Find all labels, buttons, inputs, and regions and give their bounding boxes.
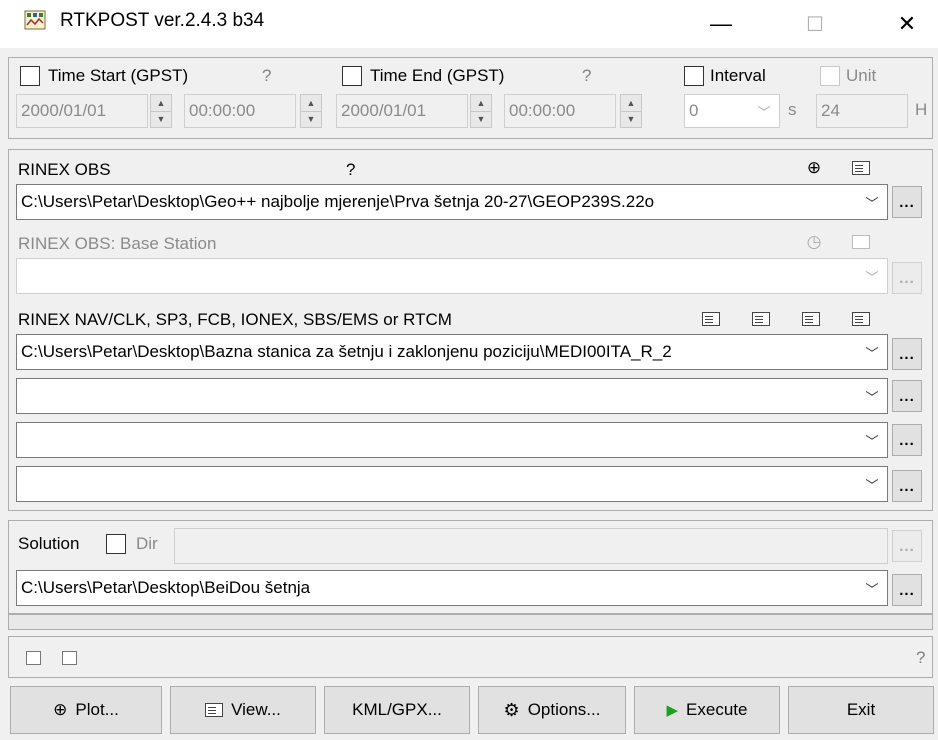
time-start-label: Time Start (GPST) [48,66,189,85]
nav4-view-icon[interactable] [852,312,870,326]
chevron-down-icon[interactable]: ﹀ [857,185,887,219]
status-panel [8,636,933,678]
nav-file-select-2[interactable]: ﹀ [16,378,888,414]
start-date-spinner[interactable]: ▲ ▼ [150,94,172,128]
spin-up-icon[interactable]: ▲ [301,95,321,111]
kml-gpx-button[interactable]: KML/GPX... [324,686,470,734]
rinex-obs-label: RINEX OBS [18,160,111,179]
unit-suffix: H [915,100,928,119]
time-end-help[interactable]: ? [582,66,591,86]
solution-dir-browse-button[interactable]: ... [892,530,922,562]
unit-checkbox[interactable] [820,66,840,86]
start-time-spinner[interactable]: ▲ ▼ [300,94,322,128]
interval-value: 0 [689,101,699,120]
nav4-browse-button[interactable]: ... [892,470,922,502]
spin-up-icon[interactable]: ▲ [151,95,171,111]
start-time-field[interactable]: 00:00:00 [184,94,296,128]
exit-button-label: Exit [846,700,876,719]
execute-button-label: Execute [686,700,748,719]
gear-icon: ⚙ [503,699,520,720]
solution-label: Solution [18,534,80,553]
interval-label: Interval [710,66,766,85]
spin-up-icon[interactable]: ▲ [471,95,491,111]
spin-down-icon[interactable]: ▼ [151,110,171,128]
end-date-field[interactable]: 2000/01/01 [336,94,468,128]
kml-gpx-button-label: KML/GPX... [352,700,442,719]
chevron-down-icon[interactable]: ﹀ [857,423,887,457]
rinex-obs-base-select[interactable]: ﹀ [16,258,888,294]
chevron-down-icon[interactable]: ﹀ [857,467,887,501]
time-start-checkbox[interactable] [20,66,40,86]
maximize-button[interactable]: ☐ [784,0,846,48]
nav3-browse-button[interactable]: ... [892,424,922,456]
nav-files-label: RINEX NAV/CLK, SP3, FCB, IONEX, SBS/EMS … [18,310,452,329]
options-button-label: Options... [527,700,601,719]
play-icon: ▶ [666,702,679,719]
spin-up-icon[interactable]: ▲ [621,95,641,111]
status-indicator-2 [62,651,77,665]
exit-button[interactable]: Exit [788,686,934,734]
rinex-obs-rover-select[interactable]: C:\Users\Petar\Desktop\Geo++ najbolje mj… [16,184,888,220]
globe-icon[interactable]: ⊕ [804,158,824,178]
base-browse-button[interactable]: ... [892,262,922,294]
nav-file-path-1: C:\Users\Petar\Desktop\Bazna stanica za … [21,342,672,361]
time-end-label: Time End (GPST) [370,66,505,85]
chevron-down-icon[interactable]: ﹀ [857,379,887,413]
nav-file-select-3[interactable]: ﹀ [16,422,888,458]
nav1-view-icon[interactable] [702,312,720,326]
rinex-obs-help[interactable]: ? [346,160,355,180]
time-end-checkbox[interactable] [342,66,362,86]
minimize-button[interactable]: — [690,0,752,48]
globe-icon: ⊕ [53,700,68,719]
unit-field[interactable]: 24 [816,94,908,128]
solution-dir-label: Dir [136,534,158,553]
rinex-obs-rover-path: C:\Users\Petar\Desktop\Geo++ najbolje mj… [21,192,655,211]
spin-down-icon[interactable]: ▼ [471,110,491,128]
unit-label: Unit [846,66,877,85]
options-button[interactable]: ⚙ Options... [478,686,626,734]
plot-button-label: Plot... [75,700,119,719]
progress-bar [8,614,933,630]
chevron-down-icon[interactable]: ﹀ [857,259,887,293]
status-indicator-1 [26,651,41,665]
close-button[interactable]: ✕ [876,0,938,48]
end-time-spinner[interactable]: ▲ ▼ [620,94,642,128]
spin-down-icon[interactable]: ▼ [301,110,321,128]
nav3-view-icon[interactable] [802,312,820,326]
status-message: ? [916,648,926,667]
solution-dir-checkbox[interactable] [106,534,126,554]
chevron-down-icon[interactable]: ﹀ [857,571,887,605]
solution-file-select[interactable]: C:\Users\Petar\Desktop\BeiDou šetnja ﹀ [16,570,888,606]
base-globe-icon[interactable]: ◷ [804,232,824,252]
execute-button[interactable]: ▶ Execute [634,686,780,734]
solution-file-path: C:\Users\Petar\Desktop\BeiDou šetnja [21,578,311,597]
solution-dir-field[interactable] [174,528,888,564]
solution-browse-button[interactable]: ... [892,574,922,606]
start-date-field[interactable]: 2000/01/01 [16,94,148,128]
window-title: RTKPOST ver.2.4.3 b34 [60,10,265,31]
view-file-icon[interactable] [852,161,870,175]
view-button[interactable]: View... [170,686,316,734]
plot-button[interactable]: ⊕ Plot... [10,686,162,734]
rinex-obs-browse-button[interactable]: ... [892,186,922,218]
interval-select[interactable]: 0 ﹀ [684,94,780,128]
nav-file-select-1[interactable]: C:\Users\Petar\Desktop\Bazna stanica za … [16,334,888,370]
nav2-view-icon[interactable] [752,312,770,326]
time-start-help[interactable]: ? [262,66,271,86]
view-button-label: View... [231,700,281,719]
view-file-icon [205,703,224,717]
nav2-browse-button[interactable]: ... [892,380,922,412]
interval-checkbox[interactable] [684,66,704,86]
nav1-browse-button[interactable]: ... [892,338,922,370]
end-date-spinner[interactable]: ▲ ▼ [470,94,492,128]
chevron-down-icon[interactable]: ﹀ [749,95,779,127]
chevron-down-icon[interactable]: ﹀ [857,335,887,369]
spin-down-icon[interactable]: ▼ [621,110,641,128]
base-station-label: RINEX OBS: Base Station [18,234,217,253]
end-time-field[interactable]: 00:00:00 [504,94,616,128]
base-view-file-icon[interactable] [852,235,870,249]
rtkpost-app-icon [24,9,46,31]
interval-unit: s [788,100,797,119]
nav-file-select-4[interactable]: ﹀ [16,466,888,502]
